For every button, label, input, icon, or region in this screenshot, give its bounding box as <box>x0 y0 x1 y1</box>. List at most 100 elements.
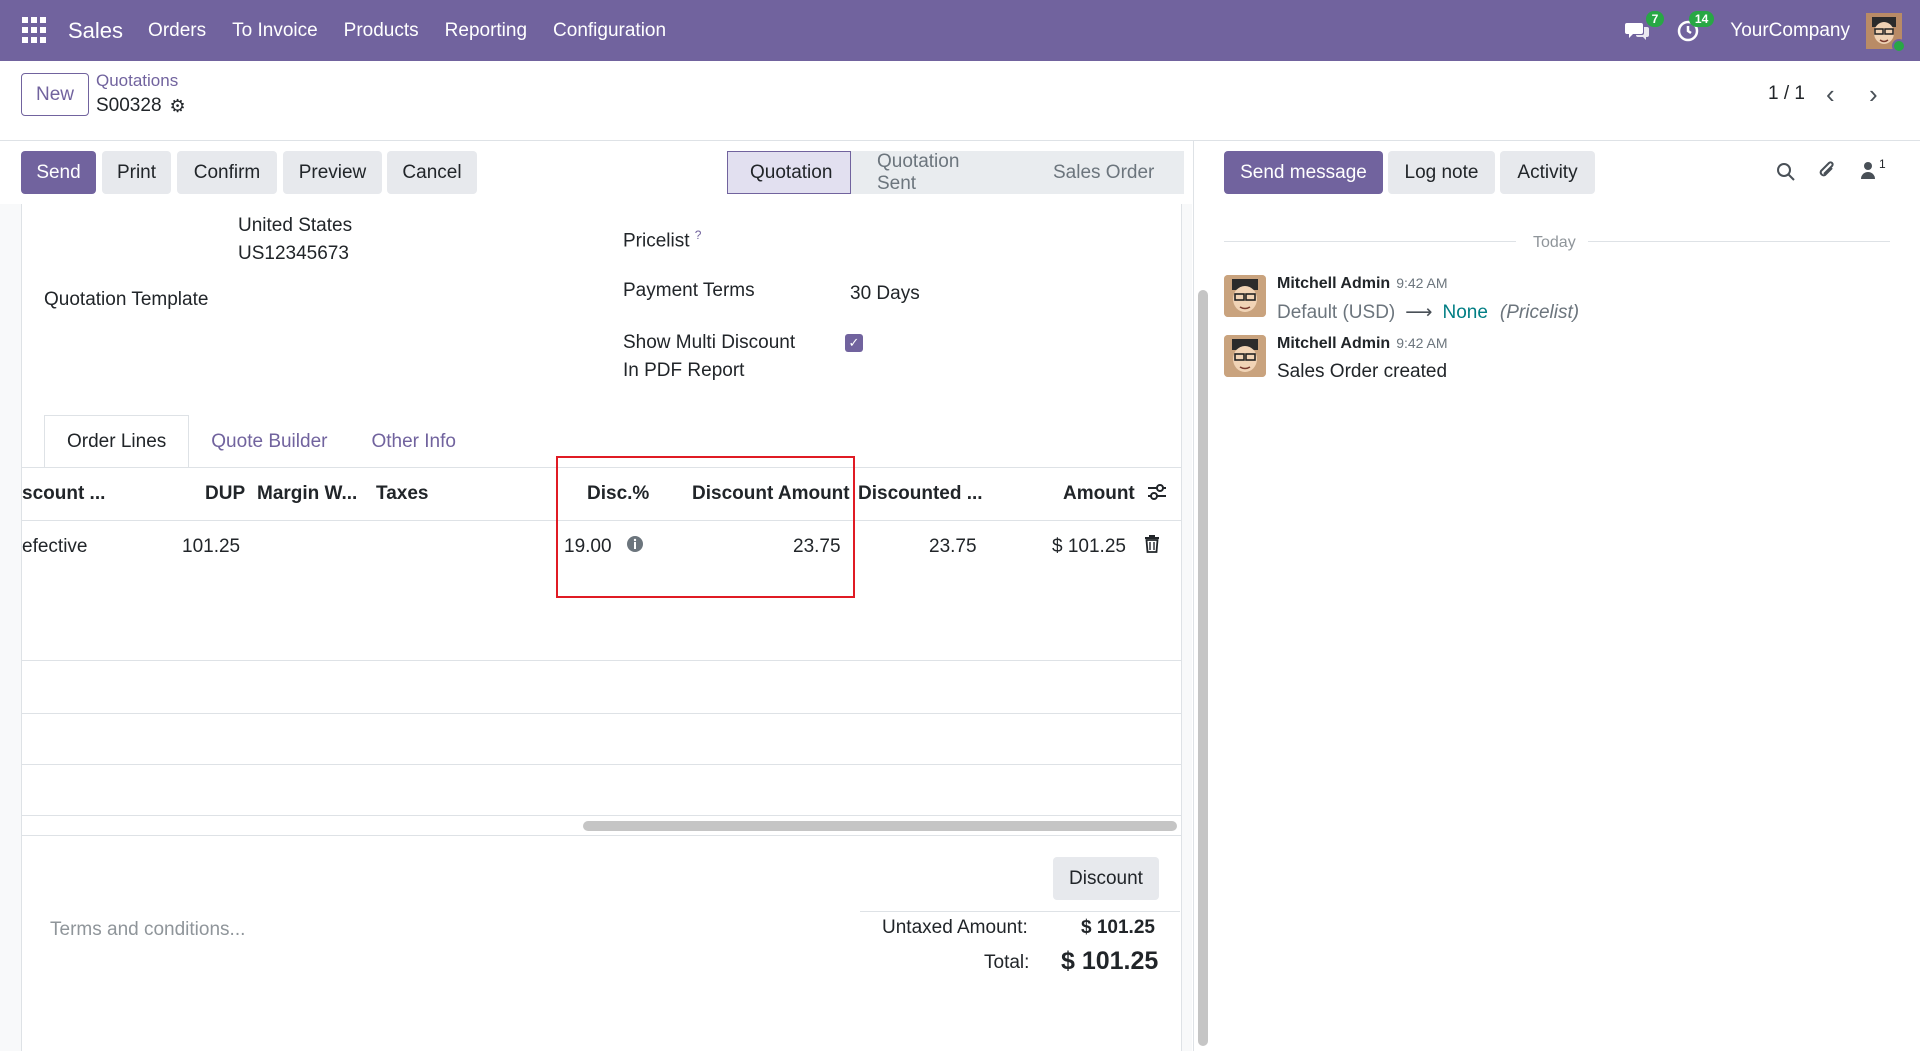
print-button[interactable]: Print <box>102 151 171 194</box>
user-avatar[interactable] <box>1866 12 1906 53</box>
messages-badge: 7 <box>1645 10 1665 27</box>
address-vat: US12345673 <box>238 243 349 264</box>
pager-value[interactable]: 1 / 1 <box>1768 83 1805 105</box>
multi-discount-label-line1: Show Multi Discount <box>623 332 796 353</box>
gear-icon[interactable]: ⚙ <box>170 96 186 117</box>
company-switcher[interactable]: YourCompany <box>1730 20 1850 42</box>
empty-row <box>22 713 1182 714</box>
main-menu: Orders To Invoice Products Reporting Con… <box>135 20 679 42</box>
breadcrumb-quotations[interactable]: Quotations <box>96 71 178 91</box>
horizontal-scrollbar[interactable] <box>583 821 1177 831</box>
tracking-value: Default (USD) ⟶ None (Pricelist) <box>1277 301 1579 324</box>
activities-badge: 14 <box>1688 10 1715 27</box>
date-separator-line <box>1224 241 1516 242</box>
apps-menu-icon[interactable] <box>22 16 50 45</box>
stage-pipeline: Quotation Quotation Sent Sales Order <box>727 151 1184 194</box>
date-separator-line <box>1588 241 1890 242</box>
multi-discount-checkbox[interactable]: ✓ <box>845 334 863 352</box>
discount-highlight-box <box>556 456 855 598</box>
help-tooltip-icon[interactable]: ? <box>695 228 702 242</box>
cancel-button[interactable]: Cancel <box>387 151 477 194</box>
column-settings-icon[interactable] <box>1146 481 1168 509</box>
terms-input[interactable]: Terms and conditions... <box>50 919 245 941</box>
column-dup[interactable]: DUP <box>205 483 245 505</box>
activity-menu[interactable]: 14 <box>1668 10 1715 51</box>
totals-divider <box>860 911 1180 912</box>
quotation-template-label: Quotation Template <box>44 289 209 310</box>
column-amount[interactable]: Amount <box>1063 483 1135 505</box>
payment-terms-label: Payment Terms <box>623 280 755 301</box>
log-note-button[interactable]: Log note <box>1388 151 1495 194</box>
tab-order-lines[interactable]: Order Lines <box>44 415 190 468</box>
cell-discount-type[interactable]: efective <box>22 536 87 558</box>
search-icon[interactable] <box>1776 162 1796 188</box>
new-button[interactable]: New <box>21 73 89 116</box>
arrow-right-icon: ⟶ <box>1405 302 1433 323</box>
trash-icon[interactable] <box>1144 535 1160 559</box>
empty-row <box>22 815 1182 816</box>
send-message-button[interactable]: Send message <box>1224 151 1383 194</box>
author-avatar[interactable] <box>1224 335 1266 377</box>
navbar-systray: 7 14 YourCompany <box>1608 10 1906 53</box>
column-margin[interactable]: Margin W... <box>257 483 357 505</box>
quotation-template-input[interactable] <box>250 276 540 312</box>
send-button[interactable]: Send <box>21 151 96 194</box>
new-value: None <box>1442 301 1488 323</box>
online-status-dot <box>1892 38 1906 53</box>
messaging-menu[interactable]: 7 <box>1618 10 1665 51</box>
message-time: 9:42 AM <box>1396 335 1448 351</box>
multi-discount-label-line2: In PDF Report <box>623 360 745 381</box>
stage-quotation-sent[interactable]: Quotation Sent <box>851 151 1027 194</box>
paperclip-icon[interactable] <box>1816 160 1838 188</box>
notebook-tabs: Order Lines Quote Builder Other Info <box>44 415 478 468</box>
message-author: Mitchell Admin 9:42 AM <box>1277 275 1448 293</box>
chevron-right-icon[interactable]: › <box>1869 79 1878 110</box>
column-discount-type[interactable]: scount ... <box>22 483 105 505</box>
pricelist-input[interactable] <box>848 220 1148 256</box>
table-bottom-border <box>22 835 1182 836</box>
payment-terms-input[interactable]: 30 Days <box>850 283 920 305</box>
total-label: Total: <box>984 952 1030 973</box>
untaxed-label: Untaxed Amount: <box>882 917 1028 938</box>
empty-row <box>22 764 1182 765</box>
chevron-left-icon[interactable]: ‹ <box>1826 79 1835 110</box>
column-taxes[interactable]: Taxes <box>376 483 428 505</box>
menu-item-to-invoice[interactable]: To Invoice <box>219 20 331 42</box>
cell-discounted[interactable]: 23.75 <box>929 536 977 558</box>
followers-icon[interactable] <box>1860 160 1876 186</box>
empty-row <box>22 660 1182 661</box>
date-separator: Today <box>1533 234 1576 251</box>
control-panel: New Quotations S00328 ⚙ 1 / 1 ‹ › <box>0 61 1920 141</box>
menu-item-configuration[interactable]: Configuration <box>540 20 679 42</box>
address-country: United States <box>238 215 353 236</box>
message-time: 9:42 AM <box>1396 275 1448 291</box>
cell-amount[interactable]: $ 101.25 <box>1052 536 1126 558</box>
menu-item-products[interactable]: Products <box>331 20 432 42</box>
record-title: S00328 ⚙ <box>96 95 186 117</box>
author-avatar[interactable] <box>1224 275 1266 317</box>
menu-item-orders[interactable]: Orders <box>135 20 219 42</box>
message-body: Sales Order created <box>1277 361 1448 382</box>
tab-quote-builder[interactable]: Quote Builder <box>189 415 349 468</box>
discount-button[interactable]: Discount <box>1053 857 1159 900</box>
activity-button[interactable]: Activity <box>1500 151 1595 194</box>
message-author: Mitchell Admin 9:42 AM <box>1277 335 1448 353</box>
author-name[interactable]: Mitchell Admin <box>1277 275 1390 292</box>
record-name: S00328 <box>96 95 162 116</box>
status-bar: Send Print Confirm Preview Cancel Quotat… <box>0 141 1192 204</box>
stage-quotation[interactable]: Quotation <box>727 151 851 194</box>
app-name[interactable]: Sales <box>68 18 123 44</box>
tab-other-info[interactable]: Other Info <box>349 415 478 468</box>
stage-sales-order[interactable]: Sales Order <box>1027 151 1184 194</box>
column-discounted[interactable]: Discounted ... <box>858 483 983 505</box>
followers-count: 1 <box>1879 157 1886 171</box>
confirm-button[interactable]: Confirm <box>177 151 277 194</box>
menu-item-reporting[interactable]: Reporting <box>432 20 540 42</box>
top-navbar: Sales Orders To Invoice Products Reporti… <box>0 0 1920 61</box>
cell-dup[interactable]: 101.25 <box>182 536 240 558</box>
author-name[interactable]: Mitchell Admin <box>1277 335 1390 352</box>
pricelist-label: Pricelist ? <box>623 228 702 252</box>
vertical-scrollbar[interactable] <box>1198 290 1208 1046</box>
old-value: Default (USD) <box>1277 301 1396 323</box>
preview-button[interactable]: Preview <box>283 151 382 194</box>
